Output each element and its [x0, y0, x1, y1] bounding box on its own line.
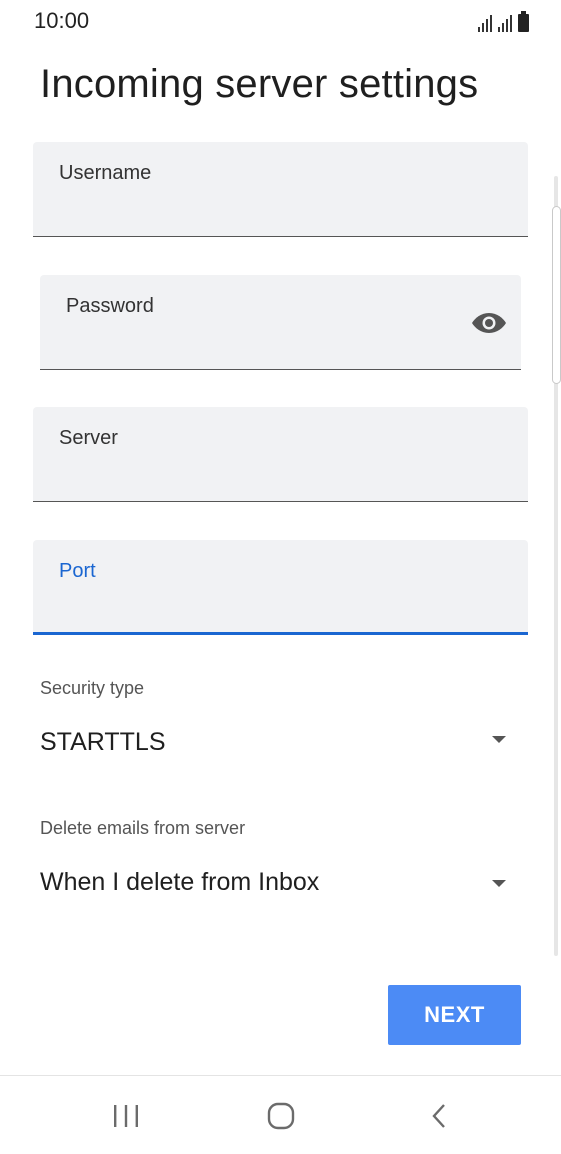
- server-input[interactable]: [59, 455, 502, 487]
- delete-emails-caption: Delete emails from server: [40, 818, 246, 838]
- username-field[interactable]: Username: [33, 142, 528, 237]
- password-field[interactable]: Password: [40, 275, 521, 370]
- status-bar: 10:00: [0, 0, 561, 42]
- signal-icon: [478, 14, 492, 32]
- port-field[interactable]: Port: [33, 540, 528, 635]
- status-time: 10:00: [34, 8, 90, 33]
- security-type-value: STARTTLS: [40, 728, 166, 756]
- back-icon[interactable]: [409, 1088, 469, 1144]
- recent-apps-icon[interactable]: [96, 1088, 156, 1144]
- delete-emails-value: When I delete from Inbox: [40, 868, 320, 896]
- server-field[interactable]: Server: [33, 407, 528, 502]
- dropdown-arrow-icon: [492, 880, 506, 887]
- nav-bar: [0, 1075, 561, 1154]
- scrollbar[interactable]: [552, 176, 561, 956]
- password-label: Password: [66, 295, 154, 317]
- dropdown-arrow-icon: [492, 736, 506, 743]
- screen: 10:00 Incoming server settings Username …: [0, 0, 561, 1154]
- password-input[interactable]: [66, 323, 451, 355]
- server-label: Server: [59, 427, 118, 449]
- battery-icon: [518, 11, 529, 32]
- next-button[interactable]: NEXT: [388, 985, 521, 1045]
- eye-icon[interactable]: [471, 305, 507, 341]
- port-label: Port: [59, 560, 96, 582]
- signal-icon: [498, 14, 512, 32]
- delete-emails-dropdown[interactable]: When I delete from Inbox: [40, 864, 510, 904]
- page-title: Incoming server settings: [40, 62, 479, 106]
- port-input[interactable]: [59, 586, 502, 618]
- home-icon[interactable]: [251, 1088, 311, 1144]
- username-input[interactable]: [59, 190, 502, 222]
- status-icons: [478, 10, 529, 32]
- scrollbar-thumb[interactable]: [552, 206, 561, 384]
- security-type-caption: Security type: [40, 678, 145, 698]
- username-label: Username: [59, 162, 152, 184]
- security-type-dropdown[interactable]: STARTTLS: [40, 724, 510, 764]
